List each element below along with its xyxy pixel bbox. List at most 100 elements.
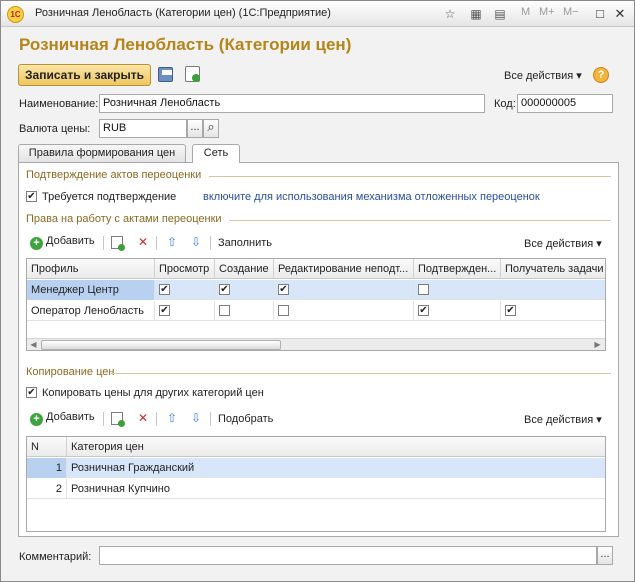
rights-delete-icon[interactable]: ✕ — [136, 235, 150, 249]
table-row[interactable]: Менеджер Центр ✔ ✔ ✔ — [27, 280, 605, 300]
toolbar-separator — [210, 236, 211, 250]
save-icon[interactable] — [158, 67, 173, 82]
tab-pricing-rules[interactable]: Правила формирования цен — [18, 144, 186, 162]
comment-label: Комментарий: — [19, 551, 92, 563]
edit-cell[interactable] — [274, 301, 414, 321]
copy-move-down-icon[interactable]: ⇩ — [189, 411, 203, 425]
deferred-repricing-hint: включите для использования механизма отл… — [203, 191, 540, 203]
tab-network[interactable]: Сеть — [192, 144, 240, 163]
price-categories-table[interactable]: N Категория цен 1 Розничная Гражданский … — [26, 436, 606, 532]
horizontal-scrollbar[interactable]: ◀ ▶ — [27, 338, 605, 350]
confirmed-cell[interactable]: ✔ — [414, 301, 501, 321]
memory-m-button[interactable]: M — [521, 6, 530, 18]
window: 1С Розничная Ленобласть (Категории цен) … — [0, 0, 635, 582]
col-view[interactable]: Просмотр — [155, 259, 215, 279]
recipient-checkbox[interactable]: ✔ — [505, 305, 516, 316]
col-profile[interactable]: Профиль — [27, 259, 155, 279]
network-tab-panel: Подтверждение актов переоценки ✔ Требует… — [18, 162, 619, 537]
scroll-right-icon[interactable]: ▶ — [591, 339, 604, 350]
number-cell[interactable]: 2 — [27, 479, 67, 499]
calculator-icon[interactable]: ▤ — [491, 5, 509, 23]
scroll-left-icon[interactable]: ◀ — [27, 339, 40, 350]
currency-field[interactable]: RUB — [99, 119, 187, 138]
name-label: Наименование: — [19, 98, 99, 110]
copy-add-button[interactable]: + Добавить — [30, 411, 95, 426]
recipient-cell[interactable]: ✔ — [501, 301, 605, 321]
table-row[interactable]: 1 Розничная Гражданский — [27, 458, 605, 478]
rights-move-up-icon[interactable]: ⇧ — [165, 235, 179, 249]
toolbar-separator — [103, 412, 104, 426]
col-price-category[interactable]: Категория цен — [67, 437, 605, 457]
profile-cell[interactable]: Оператор Ленобласть — [27, 301, 155, 321]
post-document-icon[interactable] — [185, 66, 200, 82]
rights-table[interactable]: Профиль Просмотр Создание Редактирование… — [26, 258, 606, 351]
name-field[interactable]: Розничная Ленобласть — [99, 94, 485, 113]
profile-cell[interactable]: Менеджер Центр — [27, 280, 155, 300]
close-icon[interactable]: ✕ — [611, 5, 629, 23]
add-icon: + — [30, 413, 43, 426]
rights-add-label: Добавить — [46, 235, 95, 247]
title-bar: 1С Розничная Ленобласть (Категории цен) … — [1, 1, 634, 27]
create-cell[interactable] — [215, 301, 274, 321]
recipient-cell[interactable] — [501, 280, 605, 300]
view-cell[interactable]: ✔ — [155, 280, 215, 300]
favorites-star-icon[interactable]: ☆ — [441, 5, 459, 23]
calendar-icon[interactable]: ▦ — [467, 5, 485, 23]
copy-row-icon[interactable] — [111, 412, 125, 427]
copy-delete-icon[interactable]: ✕ — [136, 411, 150, 425]
all-actions-menu[interactable]: Все действия ▾ — [504, 69, 582, 82]
copy-all-actions-menu[interactable]: Все действия ▾ — [524, 413, 602, 426]
view-cell[interactable]: ✔ — [155, 301, 215, 321]
create-cell[interactable]: ✔ — [215, 280, 274, 300]
memory-m-plus-button[interactable]: M+ — [539, 6, 555, 18]
restore-icon[interactable]: □ — [591, 5, 609, 23]
scroll-thumb[interactable] — [41, 340, 281, 350]
rights-copy-icon[interactable] — [111, 236, 125, 251]
col-task-recipient[interactable]: Получатель задачи — [501, 259, 605, 279]
currency-label: Валюта цены: — [19, 123, 91, 135]
table-row[interactable]: 2 Розничная Купчино — [27, 479, 605, 499]
window-title: Розничная Ленобласть (Категории цен) (1С… — [35, 7, 331, 19]
number-cell[interactable]: 1 — [27, 458, 67, 478]
view-checkbox[interactable]: ✔ — [159, 284, 170, 295]
confirmed-cell[interactable] — [414, 280, 501, 300]
confirm-required-checkbox[interactable]: ✔ — [26, 191, 37, 202]
memory-m-minus-button[interactable]: M− — [563, 6, 579, 18]
app-logo-icon[interactable]: 1С — [7, 6, 24, 23]
confirmed-checkbox[interactable]: ✔ — [418, 305, 429, 316]
category-cell[interactable]: Розничная Гражданский — [67, 458, 605, 478]
copy-move-up-icon[interactable]: ⇧ — [165, 411, 179, 425]
confirmed-checkbox[interactable] — [418, 284, 429, 295]
rights-move-down-icon[interactable]: ⇩ — [189, 235, 203, 249]
confirm-group-divider — [209, 176, 611, 177]
copy-pick-button[interactable]: Подобрать — [218, 413, 273, 425]
col-create[interactable]: Создание — [215, 259, 274, 279]
col-edit-unconfirmed[interactable]: Редактирование неподт... — [274, 259, 414, 279]
code-field[interactable]: 000000005 — [517, 94, 613, 113]
table-row[interactable]: Оператор Ленобласть ✔ ✔ ✔ — [27, 301, 605, 321]
code-label: Код: — [494, 98, 516, 110]
edit-checkbox[interactable] — [278, 305, 289, 316]
currency-select-button[interactable]: ... — [187, 119, 203, 138]
edit-cell[interactable]: ✔ — [274, 280, 414, 300]
create-checkbox[interactable] — [219, 305, 230, 316]
create-checkbox[interactable]: ✔ — [219, 284, 230, 295]
rights-add-button[interactable]: + Добавить — [30, 235, 95, 250]
col-confirmed[interactable]: Подтвержден... — [414, 259, 501, 279]
save-and-close-button[interactable]: Записать и закрыть — [18, 64, 151, 86]
comment-field[interactable] — [99, 546, 597, 565]
help-icon[interactable]: ? — [593, 67, 609, 83]
currency-search-icon[interactable]: ⌕ — [203, 119, 219, 138]
rights-all-actions-menu[interactable]: Все действия ▾ — [524, 237, 602, 250]
confirm-group-header: Подтверждение актов переоценки — [26, 169, 202, 181]
window-title-text: Розничная Ленобласть (Категории цен) — [35, 7, 236, 19]
rights-fill-button[interactable]: Заполнить — [218, 237, 272, 249]
col-number[interactable]: N — [27, 437, 67, 457]
view-checkbox[interactable]: ✔ — [159, 305, 170, 316]
copy-prices-checkbox[interactable]: ✔ — [26, 387, 37, 398]
comment-select-button[interactable]: ... — [597, 546, 613, 565]
edit-checkbox[interactable]: ✔ — [278, 284, 289, 295]
window-app-name: (1С:Предприятие) — [238, 7, 331, 19]
copy-add-label: Добавить — [46, 411, 95, 423]
category-cell[interactable]: Розничная Купчино — [67, 479, 605, 499]
